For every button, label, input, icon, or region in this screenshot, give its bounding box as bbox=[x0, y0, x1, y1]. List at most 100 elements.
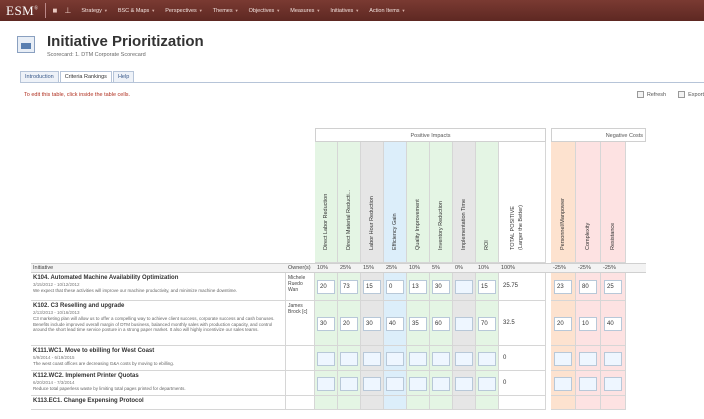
initiative-title[interactable]: K113.EC1. Change Expensing Protocol bbox=[33, 398, 283, 404]
criterion-header-5-label: Inventory Reduction bbox=[438, 201, 444, 250]
score-input[interactable] bbox=[386, 352, 404, 366]
score-input[interactable]: 30 bbox=[432, 280, 450, 294]
score-input[interactable]: 20 bbox=[340, 317, 358, 331]
score-input[interactable] bbox=[317, 377, 335, 391]
score-input[interactable] bbox=[340, 352, 358, 366]
negative-score-input[interactable]: 10 bbox=[579, 317, 597, 331]
score-input[interactable] bbox=[455, 377, 473, 391]
title-area: Initiative Prioritization Scorecard: 1. … bbox=[0, 21, 704, 63]
score-input[interactable] bbox=[363, 352, 381, 366]
score-input[interactable]: 30 bbox=[317, 317, 335, 331]
negative-score-input[interactable]: 20 bbox=[554, 317, 572, 331]
initiative-title[interactable]: K102. C3 Reselling and upgrade bbox=[33, 303, 283, 309]
criterion-weight-2[interactable]: 15% bbox=[361, 263, 374, 271]
negative-score-input[interactable] bbox=[604, 377, 622, 391]
nav-item-bsc-maps[interactable]: BSC & Maps ▼ bbox=[118, 8, 155, 14]
nav-item-objectives[interactable]: Objectives ▼ bbox=[249, 8, 281, 14]
score-input[interactable] bbox=[432, 377, 450, 391]
initiative-title[interactable]: K112.WC2. Implement Printer Quotas bbox=[33, 373, 283, 379]
score-input[interactable] bbox=[317, 352, 335, 366]
score-input[interactable]: 15 bbox=[363, 280, 381, 294]
initiative-column-header[interactable]: Initiative bbox=[31, 263, 53, 271]
negative-score-input[interactable] bbox=[579, 377, 597, 391]
owner-column-header[interactable]: Owner(s) bbox=[286, 263, 311, 271]
total-positive-label: TOTAL POSITIVE bbox=[510, 206, 516, 250]
negative-score-input[interactable]: 25 bbox=[604, 280, 622, 294]
nav-item-action-items[interactable]: Action Items ▼ bbox=[369, 8, 405, 14]
initiative-title[interactable]: K111.WC1. Move to ebilling for West Coas… bbox=[33, 348, 283, 354]
score-input[interactable]: 35 bbox=[409, 317, 427, 331]
criterion-weight-1[interactable]: 25% bbox=[338, 263, 351, 271]
criterion-header-3[interactable]: Efficiency Gain bbox=[384, 142, 407, 263]
score-input[interactable] bbox=[455, 352, 473, 366]
score-input[interactable]: 40 bbox=[386, 317, 404, 331]
score-input[interactable] bbox=[478, 352, 496, 366]
nav-item-initiatives[interactable]: Initiatives ▼ bbox=[330, 8, 359, 14]
nav-item-perspectives[interactable]: Perspectives ▼ bbox=[165, 8, 202, 14]
chevron-down-icon: ▼ bbox=[401, 7, 406, 13]
initiative-date: 6/20/2014 - 7/3/2014 bbox=[33, 380, 75, 385]
owner-name: Wan bbox=[288, 287, 299, 293]
score-input[interactable] bbox=[340, 377, 358, 391]
owner-cell bbox=[286, 396, 315, 410]
negative-weight-0[interactable]: -25% bbox=[551, 263, 566, 271]
score-input[interactable]: 13 bbox=[409, 280, 427, 294]
negative-header-1[interactable]: Complexity bbox=[576, 142, 601, 263]
criterion-header-6[interactable]: Implementation Time bbox=[453, 142, 476, 263]
score-input[interactable]: 20 bbox=[317, 280, 335, 294]
total-positive-value: 25.75 bbox=[503, 283, 519, 289]
criterion-header-1[interactable]: Direct Material Reducti... bbox=[338, 142, 361, 263]
negative-score-input[interactable]: 23 bbox=[554, 280, 572, 294]
edit-instruction: To edit this table, click inside the tab… bbox=[24, 92, 131, 98]
score-input[interactable]: 0 bbox=[386, 280, 404, 294]
criterion-header-5[interactable]: Inventory Reduction bbox=[430, 142, 453, 263]
negative-score-input[interactable]: 40 bbox=[604, 317, 622, 331]
criterion-weight-6[interactable]: 0% bbox=[453, 263, 463, 271]
score-input[interactable]: 60 bbox=[432, 317, 450, 331]
score-input[interactable] bbox=[455, 317, 473, 331]
person-icon[interactable]: ⊥ bbox=[64, 6, 71, 15]
score-input[interactable] bbox=[455, 280, 473, 294]
criterion-weight-0[interactable]: 10% bbox=[315, 263, 328, 271]
chevron-down-icon: ▼ bbox=[316, 7, 321, 13]
score-input[interactable] bbox=[409, 352, 427, 366]
esm-logo[interactable]: ESM® bbox=[6, 3, 39, 19]
refresh-button[interactable]: Refresh bbox=[636, 91, 667, 98]
criterion-header-7[interactable]: ROI bbox=[476, 142, 499, 263]
negative-score-input[interactable] bbox=[579, 352, 597, 366]
negative-score-input[interactable] bbox=[554, 352, 572, 366]
negative-score-input[interactable] bbox=[554, 377, 572, 391]
score-input[interactable]: 15 bbox=[478, 280, 496, 294]
criterion-weight-4[interactable]: 10% bbox=[407, 263, 420, 271]
export-button[interactable]: Export bbox=[678, 91, 704, 98]
initiative-title[interactable]: K104. Automated Machine Availability Opt… bbox=[33, 275, 283, 281]
nav-item-themes[interactable]: Themes ▼ bbox=[213, 8, 239, 14]
criterion-header-4[interactable]: Quality Improvement bbox=[407, 142, 430, 263]
nav-item-measures[interactable]: Measures ▼ bbox=[290, 8, 320, 14]
score-input[interactable]: 70 bbox=[478, 317, 496, 331]
criterion-weight-7[interactable]: 10% bbox=[476, 263, 489, 271]
grid-icon[interactable]: ■ bbox=[53, 6, 58, 15]
nav-item-label: Measures bbox=[290, 7, 315, 14]
criterion-header-7-label: ROI bbox=[484, 240, 490, 250]
negative-weight-1[interactable]: -25% bbox=[576, 263, 591, 271]
score-input[interactable] bbox=[386, 377, 404, 391]
score-input[interactable]: 73 bbox=[340, 280, 358, 294]
score-input[interactable] bbox=[363, 377, 381, 391]
negative-score-input[interactable]: 80 bbox=[579, 280, 597, 294]
score-input[interactable] bbox=[409, 377, 427, 391]
refresh-label: Refresh bbox=[646, 91, 667, 98]
negative-weight-2[interactable]: -25% bbox=[601, 263, 616, 271]
criterion-weight-5[interactable]: 5% bbox=[430, 263, 440, 271]
score-input[interactable]: 30 bbox=[363, 317, 381, 331]
score-input[interactable] bbox=[432, 352, 450, 366]
negative-header-2[interactable]: Resistance bbox=[601, 142, 626, 263]
negative-header-0[interactable]: Personnel/Manpower bbox=[551, 142, 576, 263]
score-input[interactable] bbox=[478, 377, 496, 391]
criterion-header-0[interactable]: Direct Labor Reduction bbox=[315, 142, 338, 263]
criterion-header-2[interactable]: Labor Hour Reduction bbox=[361, 142, 384, 263]
nav-item-label: BSC & Maps bbox=[117, 7, 150, 14]
criterion-weight-3[interactable]: 25% bbox=[384, 263, 397, 271]
nav-item-strategy[interactable]: Strategy ▼ bbox=[81, 8, 107, 14]
negative-score-input[interactable] bbox=[604, 352, 622, 366]
